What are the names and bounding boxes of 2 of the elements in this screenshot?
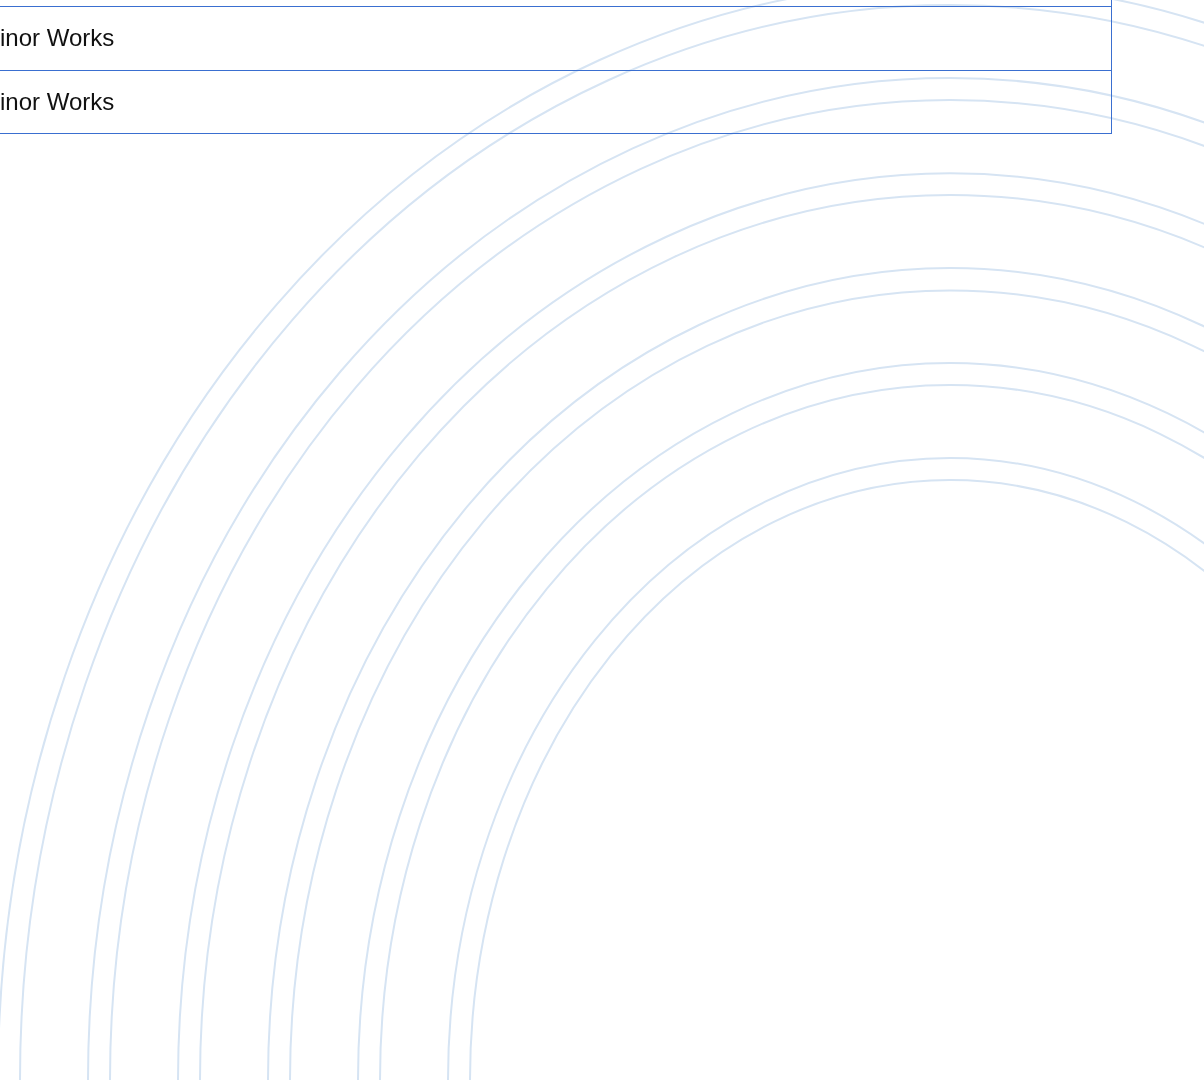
- table-cell: inor Works: [0, 24, 115, 53]
- table-cell: inor Works: [0, 87, 115, 117]
